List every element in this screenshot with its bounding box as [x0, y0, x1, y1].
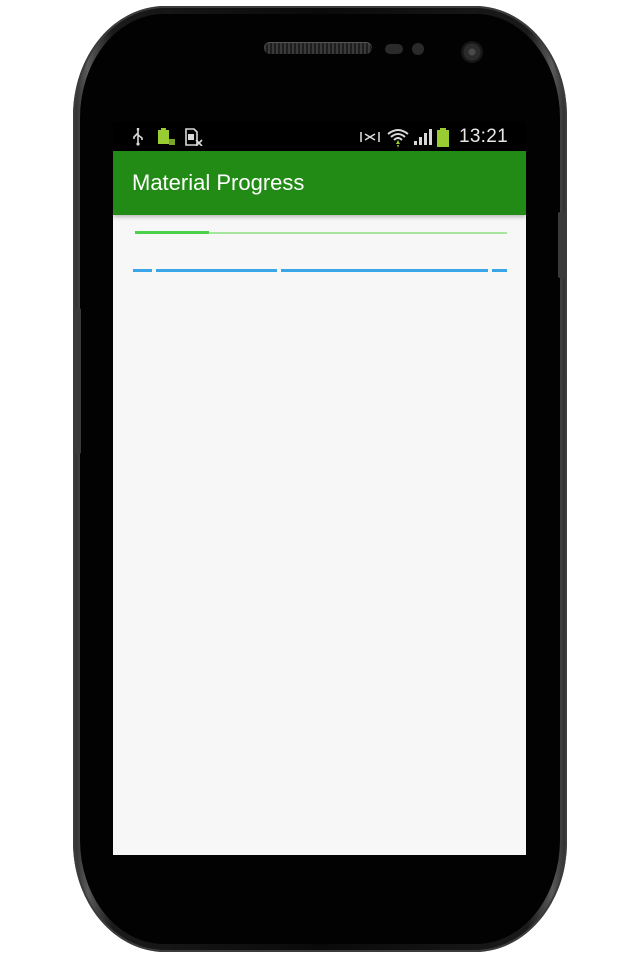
indeterminate-segment — [133, 269, 152, 272]
proximity-sensor — [385, 44, 403, 54]
indeterminate-progress-bar — [133, 269, 507, 272]
earpiece-speaker — [264, 42, 372, 54]
stage: 13:21 Material Progress — [0, 0, 640, 960]
progress-fill — [135, 231, 210, 234]
determinate-progress-bar — [135, 231, 507, 234]
indeterminate-segment — [156, 269, 277, 272]
indeterminate-segment — [492, 269, 507, 272]
battery-icon — [436, 128, 450, 153]
signal-icon — [413, 128, 433, 151]
status-clock: 13:21 — [458, 126, 508, 147]
battery-full-icon — [157, 128, 175, 151]
status-bar: 13:21 — [113, 122, 526, 151]
usb-icon — [131, 128, 145, 151]
no-signal-icon — [359, 128, 381, 151]
power-button — [558, 212, 566, 278]
light-sensor — [412, 43, 424, 55]
action-bar: Material Progress — [113, 151, 526, 215]
sim-card-icon — [185, 128, 203, 151]
volume-button — [73, 308, 81, 454]
wifi-icon — [387, 128, 409, 153]
front-camera — [461, 41, 483, 63]
app-title: Material Progress — [132, 170, 305, 195]
device-screen: 13:21 Material Progress — [113, 122, 526, 855]
content-area — [113, 215, 526, 855]
indeterminate-segment — [281, 269, 488, 272]
